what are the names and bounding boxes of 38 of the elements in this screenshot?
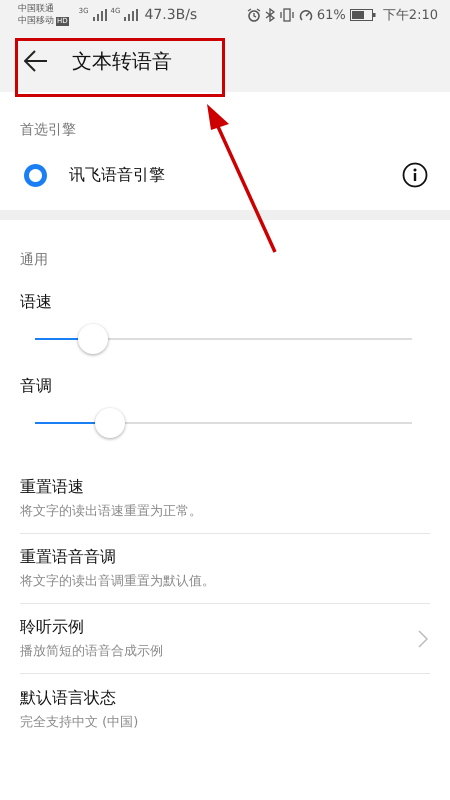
network-speed: 47.3B/s bbox=[144, 7, 198, 23]
settings-item[interactable]: 重置语音音调 将文字的读出音调重置为默认值。 bbox=[20, 534, 430, 604]
settings-item[interactable]: 重置语速 将文字的读出语速重置为正常。 bbox=[20, 464, 430, 534]
back-arrow-icon bbox=[24, 50, 48, 72]
speedometer-icon bbox=[298, 8, 313, 22]
alarm-icon bbox=[246, 8, 261, 22]
page-title: 文本转语音 bbox=[72, 48, 172, 74]
vibrate-icon bbox=[278, 8, 295, 22]
battery-icon bbox=[350, 9, 376, 21]
slider[interactable] bbox=[35, 324, 412, 354]
slider-thumb[interactable] bbox=[95, 408, 126, 438]
item-title: 默认语言状态 bbox=[20, 688, 117, 708]
carrier-name: 中国联通 bbox=[18, 3, 55, 15]
clock: 下午2:10 bbox=[382, 7, 438, 24]
section-heading: 首选引擎 bbox=[19, 121, 77, 140]
slider-label: 音调 bbox=[19, 375, 53, 396]
back-button[interactable] bbox=[24, 50, 48, 72]
battery-percent: 61% bbox=[316, 8, 346, 22]
item-title: 重置语速 bbox=[20, 477, 85, 498]
bluetooth-icon bbox=[264, 8, 275, 22]
section-heading: 通用 bbox=[19, 251, 49, 270]
item-description: 将文字的读出语速重置为正常。 bbox=[20, 503, 203, 520]
settings-item[interactable]: 默认语言状态 完全支持中文 (中国) bbox=[20, 674, 430, 744]
settings-item[interactable]: 聆听示例 播放简短的语音合成示例 bbox=[20, 604, 430, 674]
slider-label: 语速 bbox=[19, 291, 53, 312]
item-title: 聆听示例 bbox=[20, 617, 85, 638]
engine-label: 讯飞语音引擎 bbox=[69, 164, 165, 186]
carrier-name: 中国移动 bbox=[18, 15, 54, 27]
slider-thumb[interactable] bbox=[78, 324, 108, 354]
radio-button[interactable] bbox=[24, 164, 47, 186]
info-icon[interactable] bbox=[402, 162, 428, 188]
signal-icon bbox=[124, 9, 138, 21]
item-description: 完全支持中文 (中国) bbox=[20, 714, 140, 730]
signal-icon bbox=[92, 9, 107, 21]
slider[interactable] bbox=[35, 408, 412, 438]
item-description: 将文字的读出音调重置为默认值。 bbox=[20, 573, 216, 590]
item-title: 重置语音音调 bbox=[20, 547, 117, 568]
item-description: 播放简短的语音合成示例 bbox=[20, 643, 164, 660]
